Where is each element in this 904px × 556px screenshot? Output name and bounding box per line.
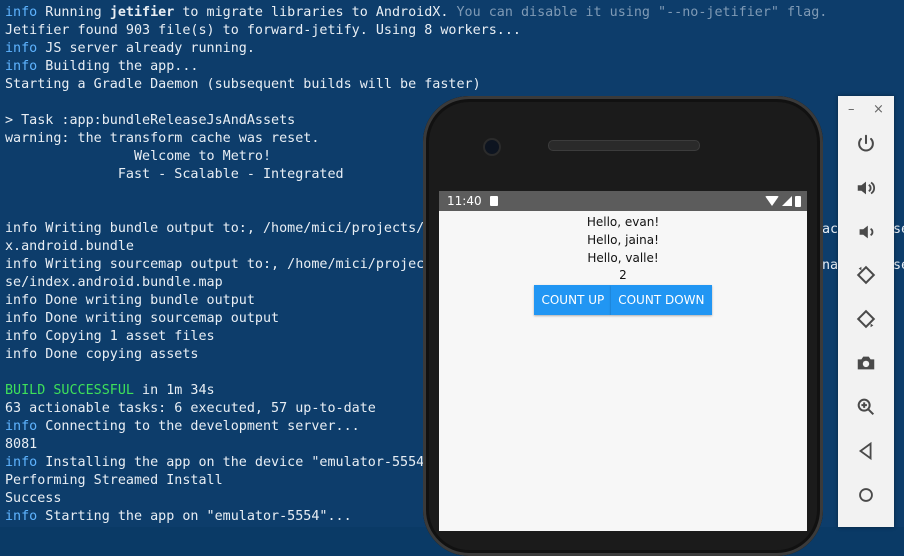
terminal-text: info Writing sourcemap output to:, /home… — [5, 257, 425, 272]
terminal-text: info — [5, 455, 38, 470]
terminal-text: Welcome to Metro! — [5, 149, 272, 164]
terminal-line: info Writing bundle output to:, /home/mi… — [5, 220, 424, 238]
terminal-line: Success — [5, 490, 61, 508]
terminal-line: > Task :app:bundleReleaseJsAndAssets — [5, 112, 295, 130]
terminal-line: info Done writing sourcemap output — [5, 310, 279, 328]
volume-up-icon[interactable] — [853, 175, 879, 201]
count-value: 2 — [619, 268, 627, 282]
terminal-line: Jetifier found 903 file(s) to forward-je… — [5, 22, 521, 40]
terminal-line: se/index.android.bundle.map — [5, 274, 223, 292]
terminal-text: info Done writing bundle output — [5, 293, 255, 308]
terminal-text: in 1m 34s — [134, 383, 215, 398]
terminal-text-fragment: ac — [822, 222, 839, 237]
terminal-text: JS server already running. — [37, 41, 255, 56]
terminal-line: x.android.bundle — [5, 238, 134, 256]
terminal-text: warning: the transform cache was reset. — [5, 131, 320, 146]
terminal-text: info — [5, 419, 38, 434]
rotate-left-icon[interactable] — [853, 262, 879, 288]
signal-icon — [782, 196, 792, 206]
terminal-text: Starting a Gradle Daemon (subsequent bui… — [5, 77, 481, 92]
terminal-text: info — [5, 5, 38, 20]
emulator-toolbar: – × — [838, 96, 894, 527]
wifi-icon — [765, 196, 779, 206]
terminal-text: info Done writing sourcemap output — [5, 311, 280, 326]
volume-down-icon[interactable] — [853, 219, 879, 245]
terminal-line: info Done copying assets — [5, 346, 198, 364]
terminal-line: info Installing the app on the device "e… — [5, 454, 424, 472]
terminal-text: Performing Streamed Install — [5, 473, 223, 488]
minimize-button[interactable]: – — [848, 102, 855, 117]
greeting-text: Hello, evan! — [586, 215, 660, 229]
terminal-line: info Running jetifier to migrate librari… — [5, 4, 827, 22]
terminal-text: Jetifier found 903 file(s) to forward-je… — [5, 23, 521, 38]
terminal-line: BUILD SUCCESSFUL in 1m 34s — [5, 382, 215, 400]
count-up-button[interactable]: COUNT UP — [534, 285, 612, 315]
power-icon[interactable] — [853, 131, 879, 157]
terminal-text: > Task :app:bundleReleaseJsAndAssets — [5, 113, 296, 128]
terminal-text: Installing the app on the device "emulat… — [37, 455, 425, 470]
terminal-text-fragment: se — [893, 258, 904, 273]
terminal-text: jetifier — [109, 5, 175, 20]
terminal-text: Connecting to the development server... — [37, 419, 360, 434]
terminal-line: info Connecting to the development serve… — [5, 418, 360, 436]
zoom-icon[interactable] — [853, 394, 879, 420]
back-icon[interactable] — [853, 438, 879, 464]
terminal-line: info Writing sourcemap output to:, /home… — [5, 256, 424, 274]
status-time: 11:40 — [447, 194, 482, 208]
app-content: Hello, evan! Hello, jaina! Hello, valle!… — [439, 211, 807, 315]
terminal-text: Building the app... — [37, 59, 199, 74]
greeting-text: Hello, valle! — [587, 251, 659, 265]
close-button[interactable]: × — [873, 102, 884, 117]
terminal-text: x.android.bundle — [5, 239, 134, 254]
terminal-text: to migrate libraries to AndroidX. — [174, 5, 457, 20]
terminal-text: Fast - Scalable - Integrated — [5, 167, 344, 182]
terminal-line: info JS server already running. — [5, 40, 255, 58]
earpiece-speaker — [548, 140, 700, 151]
terminal-text: 8081 — [5, 437, 38, 452]
terminal-text-fragment: se — [893, 222, 904, 237]
terminal-line: info Done writing bundle output — [5, 292, 255, 310]
terminal-line: info Starting the app on "emulator-5554"… — [5, 508, 352, 526]
terminal-text: BUILD SUCCESSFUL — [5, 383, 134, 398]
terminal-line: warning: the transform cache was reset. — [5, 130, 319, 148]
terminal-line: Performing Streamed Install — [5, 472, 223, 490]
status-bar: 11:40 — [439, 191, 807, 211]
battery-icon — [795, 195, 801, 207]
terminal-text: se/index.android.bundle.map — [5, 275, 223, 290]
camera-icon[interactable] — [853, 350, 879, 376]
terminal-text: info — [5, 509, 38, 524]
terminal-line: Starting a Gradle Daemon (subsequent bui… — [5, 76, 481, 94]
terminal-line: info Copying 1 asset files — [5, 328, 215, 346]
rotate-right-icon[interactable] — [853, 306, 879, 332]
terminal-text-fragment: na — [822, 258, 839, 273]
terminal-text: 63 actionable tasks: 6 executed, 57 up-t… — [5, 401, 376, 416]
home-icon[interactable] — [853, 482, 879, 508]
greeting-text: Hello, jaina! — [587, 233, 659, 247]
sd-card-icon — [489, 196, 498, 206]
terminal-text: info Done copying assets — [5, 347, 199, 362]
terminal-text: info Writing bundle output to:, /home/mi… — [5, 221, 425, 236]
terminal-text: Success — [5, 491, 62, 506]
terminal-line: Welcome to Metro! — [5, 148, 271, 166]
terminal-text: Running — [37, 5, 110, 20]
count-down-button[interactable]: COUNT DOWN — [611, 285, 712, 315]
android-emulator-device: 11:40 Hello, evan! Hello, jaina! Hello, … — [423, 96, 823, 556]
terminal-text: info Copying 1 asset files — [5, 329, 215, 344]
terminal-line: 8081 — [5, 436, 37, 454]
terminal-text: You can disable it using "--no-jetifier"… — [456, 5, 828, 20]
terminal-text: info — [5, 59, 38, 74]
front-camera — [485, 140, 499, 154]
terminal-text: info — [5, 41, 38, 56]
button-row: COUNT UP COUNT DOWN — [439, 285, 807, 315]
terminal-line: info Building the app... — [5, 58, 199, 76]
device-screen[interactable]: 11:40 Hello, evan! Hello, jaina! Hello, … — [439, 191, 807, 531]
terminal-text: Starting the app on "emulator-5554"... — [37, 509, 352, 524]
terminal-line: 63 actionable tasks: 6 executed, 57 up-t… — [5, 400, 376, 418]
terminal-line: Fast - Scalable - Integrated — [5, 166, 344, 184]
